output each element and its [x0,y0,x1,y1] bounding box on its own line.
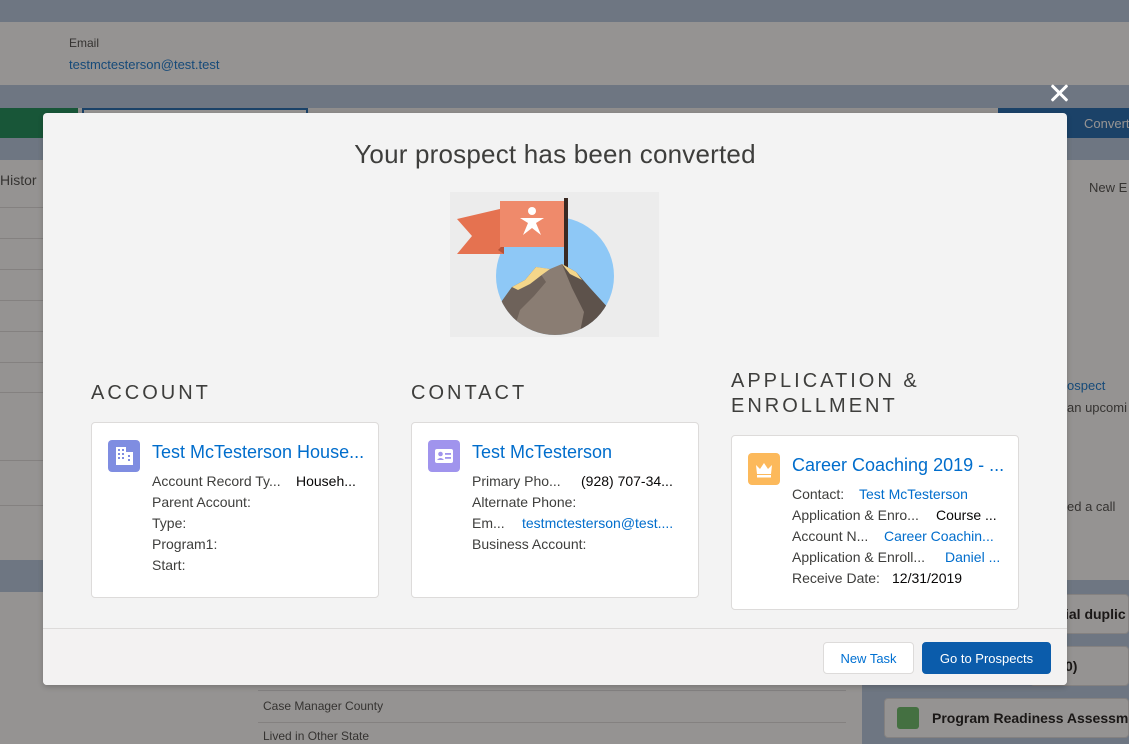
mountain-flag-icon [457,198,614,335]
close-icon[interactable] [1046,80,1072,106]
application-account-link[interactable]: Career Coachin... [884,528,1000,544]
field-label: Type: [152,515,187,531]
field-label: Primary Pho... [472,473,561,489]
account-name-link[interactable]: Test McTesterson House... [152,442,370,463]
field-label: Parent Account: [152,494,251,510]
field-label: Application & Enroll... [792,549,926,565]
convert-success-modal: Your prospect has been converted ACCOUNT… [43,113,1067,685]
application-heading-line1: APPLICATION & [731,370,920,392]
field-value: Course ... [936,507,997,523]
application-heading-line2: ENROLLMENT [731,395,898,417]
field-value: (928) 707-34... [581,473,673,489]
mountain-flag-illustration [450,192,659,337]
go-to-prospects-button[interactable]: Go to Prospects [922,642,1051,674]
crown-icon [748,453,780,485]
field-label: Contact: [792,486,845,502]
account-card: Test McTesterson House... Account Record… [91,422,379,598]
field-label: Receive Date: [792,570,880,586]
contact-name-link[interactable]: Test McTesterson [472,442,690,463]
field-label: Start: [152,557,186,573]
contact-heading: CONTACT [411,382,528,404]
field-label: Account N... [792,528,869,544]
modal-title: Your prospect has been converted [354,139,756,169]
field-value: 12/31/2019 [892,570,963,586]
field-value: Househ... [296,473,356,489]
application-name-link[interactable]: Career Coaching 2019 - ... [792,455,1010,476]
field-label: Em... [472,515,505,531]
contact-card-icon [428,440,460,472]
contact-card: Test McTesterson Primary Pho... (928) 70… [411,422,699,598]
building-icon [108,440,140,472]
modal-footer: New Task Go to Prospects [43,628,1067,685]
new-task-button[interactable]: New Task [823,642,914,674]
field-label: Alternate Phone: [472,494,577,510]
field-label: Program1: [152,536,218,552]
field-label: Application & Enro... [792,507,919,523]
application-card: Career Coaching 2019 - ... Contact: Test… [731,435,1019,610]
field-label: Account Record Ty... [152,473,281,489]
field-label: Business Account: [472,536,587,552]
account-heading: ACCOUNT [91,382,211,404]
application-owner-link[interactable]: Daniel ... [945,549,1005,565]
application-contact-link[interactable]: Test McTesterson [859,486,999,502]
contact-email-link[interactable]: testmctesterson@test.... [522,515,682,531]
